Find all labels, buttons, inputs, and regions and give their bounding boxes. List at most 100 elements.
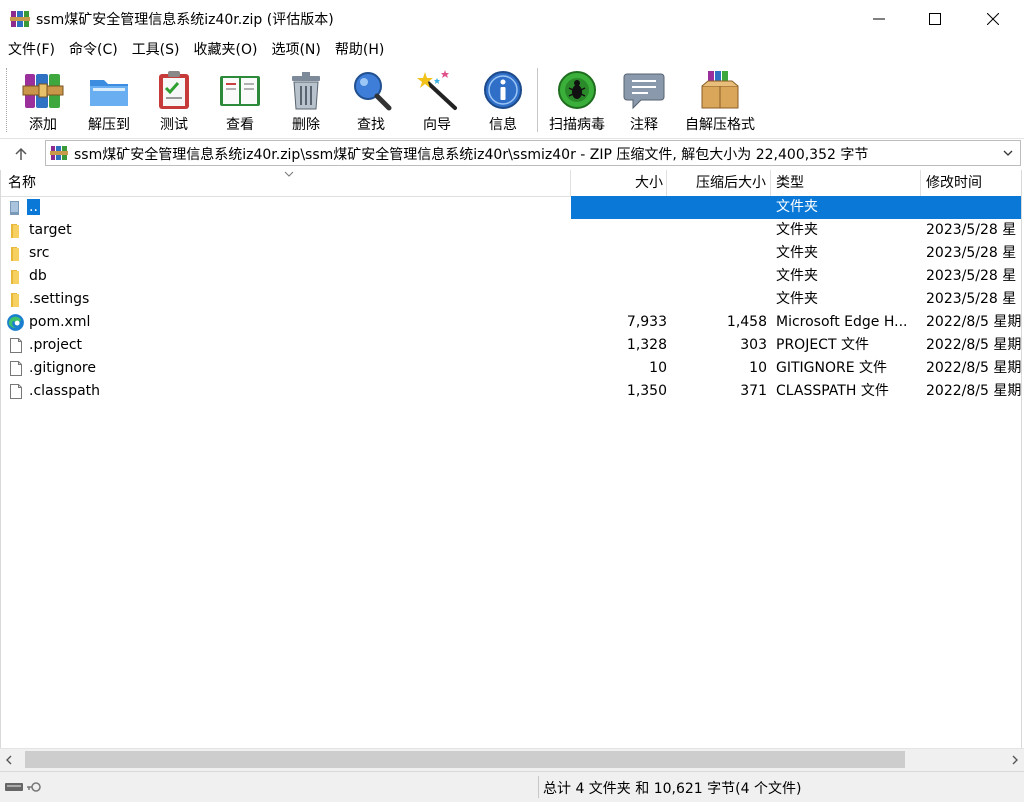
extract-folder-icon	[90, 80, 128, 106]
menu-bar: 文件(F) 命令(C) 工具(S) 收藏夹(O) 选项(N) 帮助(H)	[0, 38, 1024, 62]
drive-key-icon	[5, 782, 41, 792]
file-packed-size	[667, 288, 767, 311]
column-header-modified[interactable]: 修改时间	[921, 170, 1021, 196]
wizard-button[interactable]: 向导	[415, 64, 459, 136]
maximize-icon	[929, 13, 941, 25]
scroll-right-icon[interactable]	[1010, 754, 1020, 766]
scroll-left-icon[interactable]	[4, 754, 14, 766]
file-name: .project	[29, 337, 83, 353]
file-type: 文件夹	[776, 268, 818, 284]
comment-button[interactable]: 注释	[622, 64, 666, 136]
menu-favorites[interactable]: 收藏夹(O)	[187, 38, 265, 62]
extract-to-label: 解压到	[88, 117, 130, 133]
file-size	[571, 219, 667, 242]
status-bar: 总计 4 文件夹 和 10,621 字节(4 个文件)	[0, 771, 1024, 802]
file-type: 文件夹	[776, 199, 818, 215]
find-label: 查找	[357, 117, 385, 133]
info-button[interactable]: 信息	[481, 64, 525, 136]
close-icon	[987, 13, 999, 25]
view-button[interactable]: 查看	[214, 64, 266, 136]
column-header-name[interactable]: 名称	[1, 170, 571, 196]
file-modified	[926, 196, 1021, 219]
file-name: ..	[27, 199, 40, 215]
maximize-button[interactable]	[912, 0, 958, 38]
toolbar-separator	[537, 68, 538, 132]
add-button[interactable]: 添加	[20, 64, 66, 136]
virus-scan-button[interactable]: 扫描病毒	[546, 64, 608, 136]
column-header-type[interactable]: 类型	[771, 170, 921, 196]
table-row[interactable]: .project 1,328 303 PROJECT 文件 2022/8/5 星…	[1, 334, 1022, 357]
virus-scan-label: 扫描病毒	[549, 117, 605, 133]
file-type: PROJECT 文件	[776, 337, 869, 353]
column-modified-label: 修改时间	[926, 175, 982, 191]
folder-icon	[11, 293, 19, 307]
file-size: 1,350	[626, 383, 667, 399]
status-summary: 总计 4 文件夹 和 10,621 字节(4 个文件)	[543, 781, 802, 797]
delete-button[interactable]: 删除	[284, 64, 328, 136]
table-row[interactable]: target 文件夹 2023/5/28 星	[1, 219, 1021, 242]
comment-label: 注释	[630, 117, 658, 133]
title-bar: ssm煤矿安全管理信息系统iz40r.zip (评估版本)	[0, 0, 1024, 38]
file-type: 文件夹	[776, 291, 818, 307]
minimize-icon	[873, 18, 885, 20]
scrollbar-thumb[interactable]	[25, 751, 905, 768]
column-packed-label: 压缩后大小	[696, 175, 766, 191]
column-size-label: 大小	[635, 175, 663, 191]
file-name: .settings	[29, 291, 90, 307]
file-type: CLASSPATH 文件	[776, 383, 889, 399]
file-type: GITIGNORE 文件	[776, 360, 888, 376]
file-type: 文件夹	[776, 222, 818, 238]
menu-options[interactable]: 选项(N)	[264, 38, 327, 62]
find-button[interactable]: 查找	[349, 64, 393, 136]
menu-file[interactable]: 文件(F)	[0, 38, 62, 62]
table-row[interactable]: .. 文件夹	[1, 196, 1021, 219]
file-name: pom.xml	[29, 314, 91, 330]
add-archive-icon	[22, 74, 64, 108]
test-label: 测试	[160, 117, 188, 133]
wizard-label: 向导	[423, 117, 451, 133]
chevron-down-icon[interactable]	[1002, 147, 1014, 159]
menu-commands[interactable]: 命令(C)	[62, 38, 125, 62]
file-modified: 2023/5/28 星	[926, 268, 1017, 284]
file-name: .gitignore	[29, 360, 96, 376]
test-button[interactable]: 测试	[152, 64, 196, 136]
column-header-packed[interactable]: 压缩后大小	[667, 170, 771, 196]
minimize-button[interactable]	[856, 0, 902, 38]
horizontal-scrollbar[interactable]	[0, 748, 1024, 771]
sfx-label: 自解压格式	[685, 117, 755, 133]
delete-trash-icon	[292, 72, 320, 110]
menu-tools[interactable]: 工具(S)	[125, 38, 187, 62]
file-modified: 2022/8/5 星期	[926, 360, 1022, 376]
extract-to-button[interactable]: 解压到	[82, 64, 136, 136]
file-size	[571, 265, 667, 288]
file-packed-size: 1,458	[726, 314, 767, 330]
table-row[interactable]: db 文件夹 2023/5/28 星	[1, 265, 1021, 288]
status-divider	[538, 776, 539, 798]
table-row[interactable]: .classpath 1,350 371 CLASSPATH 文件 2022/8…	[1, 380, 1021, 403]
table-row[interactable]: pom.xml 7,933 1,458 Microsoft Edge H... …	[1, 311, 1022, 334]
file-type: Microsoft Edge H...	[776, 314, 908, 330]
menu-help[interactable]: 帮助(H)	[328, 38, 391, 62]
toolbar: 添加 解压到 测试 查看 删除 查找 向导 信息 扫描病毒 注释 自解压格式	[0, 62, 1024, 139]
table-row[interactable]: .gitignore 10 10 GITIGNORE 文件 2022/8/5 星…	[1, 357, 1022, 380]
column-name-label: 名称	[8, 175, 36, 191]
close-button[interactable]	[970, 0, 1016, 38]
file-modified: 2022/8/5 星期	[926, 337, 1022, 353]
file-modified: 2022/8/5 星期	[926, 314, 1022, 330]
column-header-size[interactable]: 大小	[571, 170, 667, 196]
info-label: 信息	[489, 117, 517, 133]
toolbar-grip[interactable]	[6, 68, 10, 132]
file-packed-size	[667, 196, 767, 219]
file-name: db	[29, 268, 47, 284]
folder-icon	[11, 247, 19, 261]
address-bar[interactable]: ssm煤矿安全管理信息系统iz40r.zip\ssm煤矿安全管理信息系统iz40…	[45, 140, 1021, 166]
address-text: ssm煤矿安全管理信息系统iz40r.zip\ssm煤矿安全管理信息系统iz40…	[74, 147, 869, 163]
sfx-button[interactable]: 自解压格式	[680, 64, 760, 136]
file-name: src	[29, 245, 50, 261]
virus-scan-icon	[558, 71, 596, 109]
table-row[interactable]: .settings 文件夹 2023/5/28 星	[1, 288, 1021, 311]
file-list[interactable]: 名称 大小 压缩后大小 类型 修改时间 .. 文件夹 target 文件夹 20…	[0, 170, 1022, 748]
arrow-up-icon	[15, 147, 27, 160]
up-one-level-button[interactable]	[8, 142, 34, 166]
table-row[interactable]: src 文件夹 2023/5/28 星	[1, 242, 1021, 265]
